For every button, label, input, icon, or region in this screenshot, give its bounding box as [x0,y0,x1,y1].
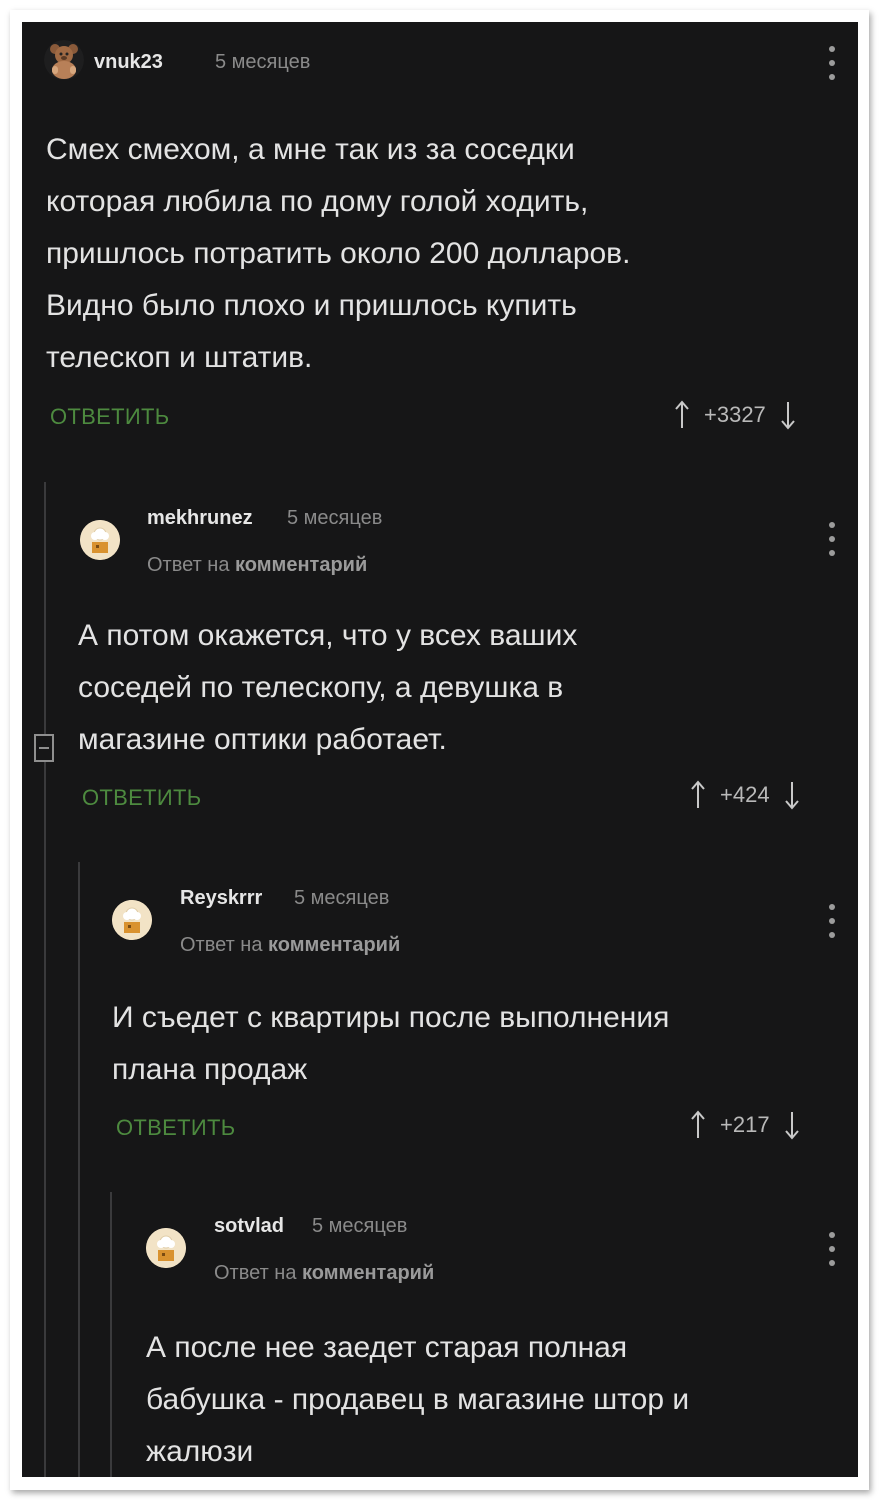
rating-value: +424 [720,782,770,807]
vote-controls: +3327 [674,400,796,430]
comment-reyskrrr: Reyskrrr 5 месяцев Ответ на комментарий … [22,862,858,1192]
comment-text: Смех смехом, а мне так из за соседки кот… [46,133,631,374]
rating-value: +3327 [704,402,766,427]
comment-time: 5 месяцев [294,887,390,909]
chef-avatar[interactable] [112,900,152,940]
more-options-icon[interactable] [828,522,836,556]
vote-controls: +217 [690,1110,800,1140]
comment-vnuk23: vnuk23 5 месяцев Смех смехом, а мне так … [22,22,858,462]
reply-button[interactable]: ОТВЕТИТЬ [50,404,169,430]
username[interactable]: sotvlad [214,1215,284,1238]
comment-time: 5 месяцев [287,507,383,529]
chef-avatar[interactable] [146,1228,186,1268]
chef-avatar[interactable] [80,520,120,560]
comment-text: А после нее заедет старая полная бабушка… [146,1331,690,1468]
rating-value: +217 [720,1112,770,1137]
comment-time: 5 месяцев [215,51,311,73]
bear-avatar[interactable] [44,40,84,80]
username[interactable]: mekhrunez [147,507,253,530]
more-options-icon[interactable] [828,46,836,80]
more-options-icon[interactable] [828,904,836,938]
reply-button[interactable]: ОТВЕТИТЬ [82,785,201,811]
username[interactable]: vnuk23 [94,51,163,74]
comment-time: 5 месяцев [312,1215,408,1237]
more-options-icon[interactable] [828,1232,836,1266]
upvote-icon[interactable] [690,1110,706,1140]
username[interactable]: Reyskrrr [180,887,262,910]
downvote-icon[interactable] [780,400,796,430]
comment-mekhrunez: mekhrunez 5 месяцев Ответ на комментарий… [22,482,858,862]
comments-screen: vnuk23 5 месяцев Смех смехом, а мне так … [22,22,858,1477]
reply-button[interactable]: ОТВЕТИТЬ [116,1115,235,1141]
upvote-icon[interactable] [690,780,706,810]
reply-to-comment[interactable]: Ответ на комментарий [147,554,367,577]
comment-text: И съедет с квартиры после выполнения пла… [112,1001,670,1086]
vote-controls: +424 [690,780,800,810]
reply-to-comment[interactable]: Ответ на комментарий [180,934,400,957]
upvote-icon[interactable] [674,400,690,430]
comment-text: А потом окажется, что у всех ваших сосед… [78,619,578,756]
downvote-icon[interactable] [784,1110,800,1140]
reply-to-comment[interactable]: Ответ на комментарий [214,1262,434,1285]
downvote-icon[interactable] [784,780,800,810]
comment-sotvlad: sotvlad 5 месяцев Ответ на комментарий А… [22,1192,858,1477]
